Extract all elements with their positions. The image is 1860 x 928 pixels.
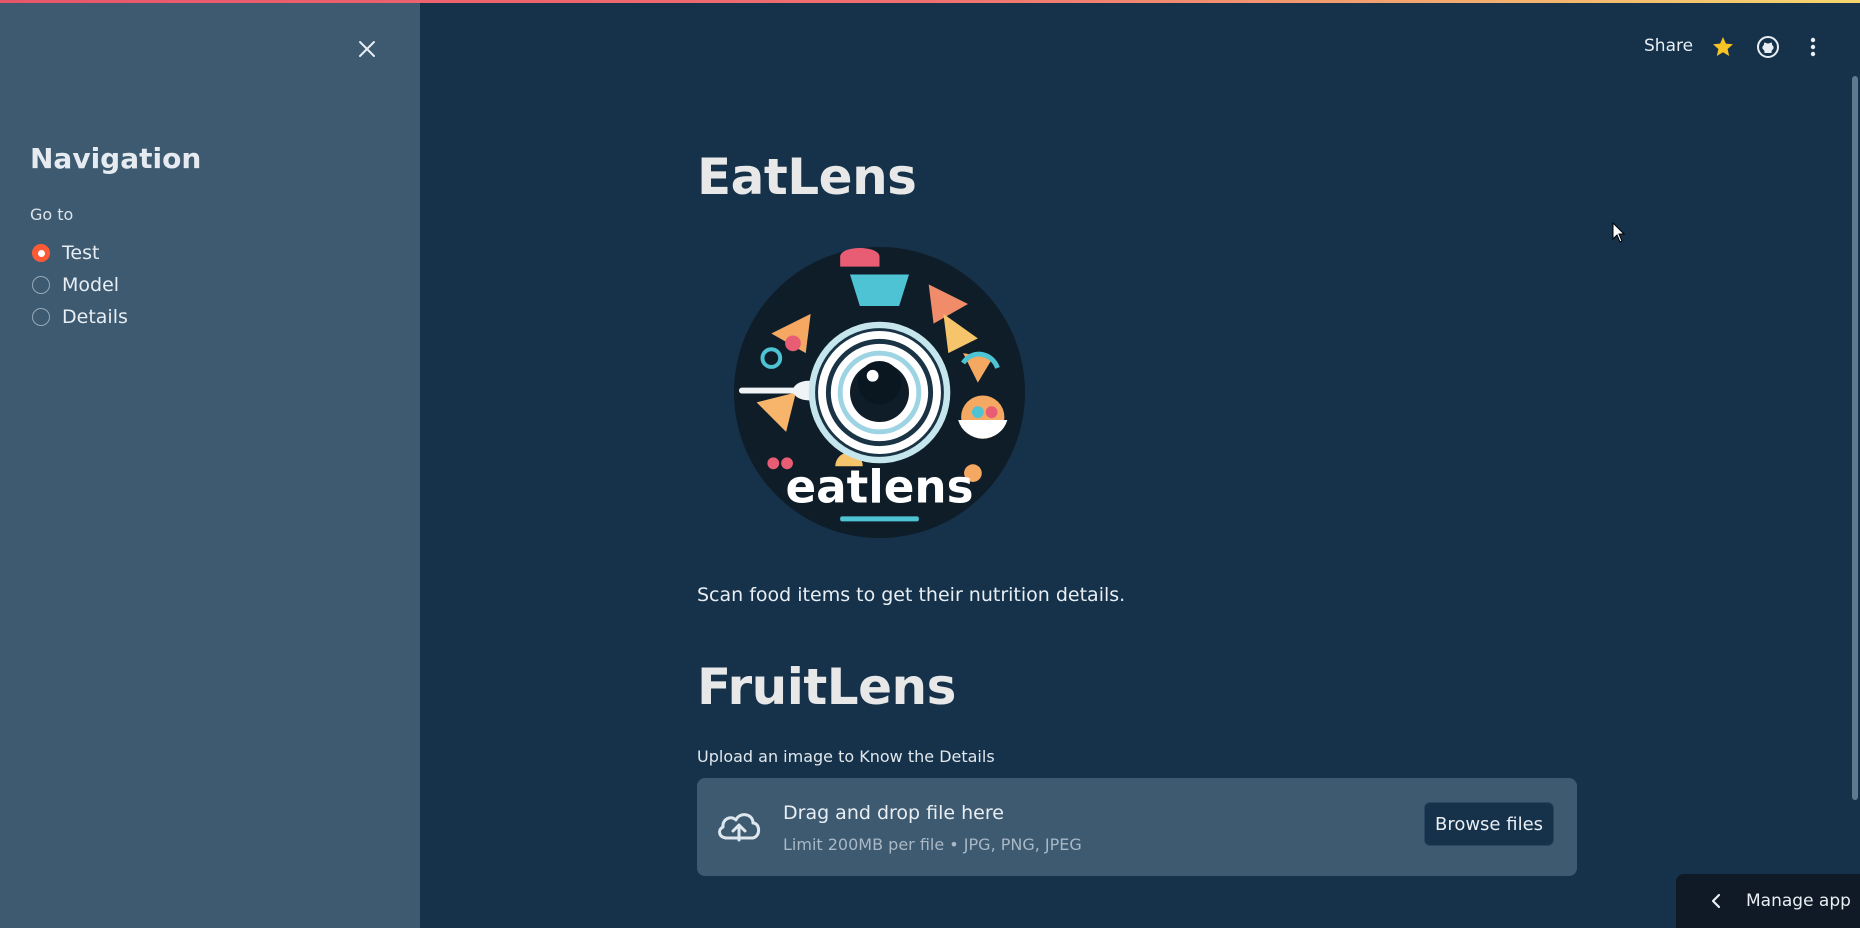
radio-button-checked[interactable]	[32, 244, 50, 262]
github-icon	[1757, 36, 1779, 58]
close-icon	[359, 41, 375, 57]
radio-button[interactable]	[32, 276, 50, 294]
radio-button[interactable]	[32, 308, 50, 326]
more-vertical-icon	[1810, 37, 1816, 57]
section-title: FruitLens	[697, 658, 956, 716]
github-button[interactable]	[1755, 34, 1781, 60]
radio-option-details[interactable]: Details	[32, 304, 128, 330]
radio-group-label: Go to	[30, 205, 74, 224]
radio-option-test[interactable]: Test	[32, 240, 99, 266]
share-button[interactable]: Share	[1644, 36, 1693, 56]
main-menu-button[interactable]	[1800, 34, 1826, 60]
mouse-cursor-icon	[1612, 222, 1626, 243]
top-decoration-bar	[0, 0, 1860, 3]
eatlens-logo: eatlens	[733, 246, 1026, 539]
dropzone-limits: Limit 200MB per file • JPG, PNG, JPEG	[783, 835, 1082, 854]
radio-option-label: Details	[62, 306, 128, 328]
close-sidebar-button[interactable]	[352, 34, 382, 64]
radio-option-model[interactable]: Model	[32, 272, 119, 298]
logo-wordmark: eatlens	[785, 461, 973, 514]
app-description: Scan food items to get their nutrition d…	[697, 584, 1126, 606]
file-dropzone[interactable]: Drag and drop file here Limit 200MB per …	[697, 778, 1577, 876]
star-button[interactable]	[1710, 34, 1736, 60]
manage-app-label: Manage app	[1746, 891, 1851, 911]
sidebar-title: Navigation	[30, 142, 202, 175]
star-icon	[1713, 37, 1733, 56]
dropzone-instructions: Drag and drop file here	[783, 802, 1004, 824]
manage-app-button[interactable]: Manage app	[1676, 874, 1860, 928]
radio-option-label: Test	[62, 242, 100, 264]
cloud-upload-icon	[718, 813, 761, 842]
browse-files-button[interactable]: Browse files	[1424, 802, 1554, 846]
page-title: EatLens	[697, 148, 917, 206]
chevron-left-icon	[1711, 893, 1721, 909]
scrollbar[interactable]	[1852, 76, 1858, 800]
uploader-label: Upload an image to Know the Details	[697, 747, 995, 766]
radio-option-label: Model	[62, 274, 120, 296]
sidebar: Navigation Go to Test Model Details	[0, 0, 420, 928]
